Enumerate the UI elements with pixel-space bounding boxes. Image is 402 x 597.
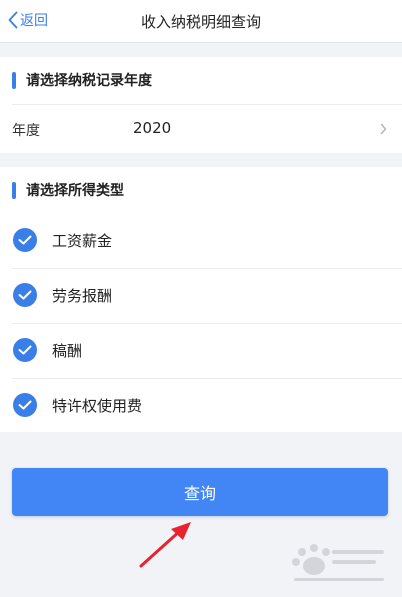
year-label: 年度 [12,123,40,139]
red-arrow-icon [139,522,191,568]
year-section: 请选择纳税记录年度 年度 2020 [0,57,402,153]
year-section-header: 请选择纳税记录年度 [0,57,402,103]
income-type-option[interactable]: 工资薪金 [0,213,402,267]
section-accent-bar [12,71,16,89]
nav-bar: 返回 收入纳税明细查询 [0,0,402,43]
option-label: 工资薪金 [52,232,113,250]
check-circle-icon[interactable] [13,393,37,417]
check-circle-icon[interactable] [13,283,37,307]
type-section-header: 请选择所得类型 [0,167,402,213]
option-label: 劳务报酬 [52,287,113,305]
check-circle-icon[interactable] [13,338,37,362]
option-label: 稿酬 [52,342,83,360]
page-title: 收入纳税明细查询 [140,13,261,31]
chevron-right-icon [380,123,387,135]
type-section-title: 请选择所得类型 [26,183,124,199]
income-type-option[interactable]: 劳务报酬 [0,268,402,322]
option-label: 特许权使用费 [52,397,143,415]
baidu-watermark-icon [292,544,384,581]
income-type-option[interactable]: 稿酬 [0,323,402,377]
year-section-title: 请选择纳税记录年度 [26,73,152,89]
income-type-section: 请选择所得类型 工资薪金 劳务报酬 稿酬 特许权使用费 [0,167,402,432]
section-accent-bar [12,181,16,199]
year-value: 2020 [133,119,172,137]
check-circle-icon[interactable] [13,228,37,252]
year-picker-row[interactable]: 年度 2020 [0,105,402,153]
query-button[interactable]: 查询 [12,468,388,516]
income-type-option[interactable]: 特许权使用费 [0,378,402,432]
